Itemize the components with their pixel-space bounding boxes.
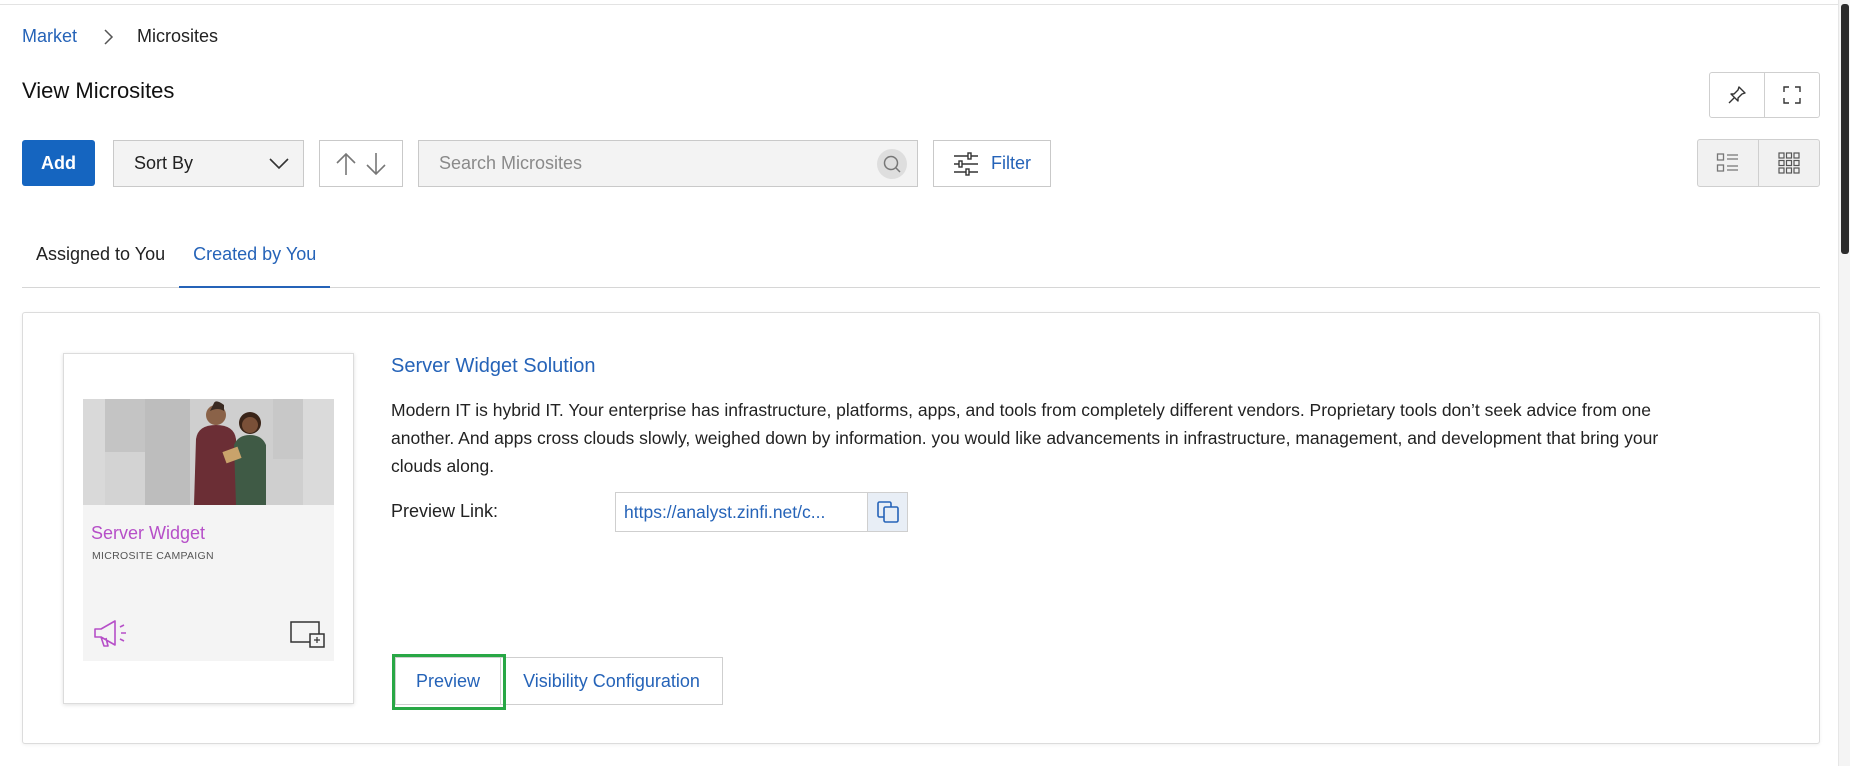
top-border <box>0 0 1838 5</box>
tab-assigned-to-you[interactable]: Assigned to You <box>22 236 179 288</box>
microsite-title[interactable]: Server Widget Solution <box>391 355 596 378</box>
chevron-down-icon <box>269 157 289 169</box>
visibility-configuration-button[interactable]: Visibility Configuration <box>500 658 722 704</box>
preview-link[interactable]: https://analyst.zinfi.net/c... <box>616 502 867 523</box>
thumbnail-title: Server Widget <box>91 523 206 543</box>
page-title: View Microsites <box>22 78 175 103</box>
search-box <box>418 140 918 187</box>
copy-link-button[interactable] <box>867 493 907 531</box>
chevron-right-icon <box>99 28 117 46</box>
filter-label: Filter <box>991 153 1031 173</box>
page-scrollbar[interactable] <box>1838 0 1850 766</box>
fullscreen-icon <box>1783 86 1801 104</box>
tabs: Assigned to You Created by You <box>22 236 1820 288</box>
search-input[interactable] <box>439 153 877 174</box>
tab-created-by-you[interactable]: Created by You <box>179 236 331 288</box>
thumbnail-preview: Server Widget MICROSITE CAMPAIGN <box>83 399 334 661</box>
view-tools <box>1709 72 1820 118</box>
breadcrumb-current: Microsites <box>137 26 219 46</box>
preview-link-field: https://analyst.zinfi.net/c... <box>615 492 908 532</box>
search-icon <box>883 155 901 173</box>
sort-by-label: Sort By <box>134 153 194 173</box>
microsite-card: Server Widget MICROSITE CAMPAIGN Server … <box>22 312 1820 744</box>
search-button[interactable] <box>877 148 907 179</box>
scrollbar-thumb[interactable] <box>1841 4 1849 254</box>
arrow-down-icon <box>366 152 386 175</box>
filter-sliders-icon <box>954 151 978 176</box>
microsite-thumbnail[interactable]: Server Widget MICROSITE CAMPAIGN <box>63 353 354 704</box>
people-photo <box>194 401 266 505</box>
preview-button[interactable]: Preview <box>392 654 506 710</box>
fullscreen-button[interactable] <box>1764 73 1819 117</box>
pin-button[interactable] <box>1710 73 1764 117</box>
sort-order-button[interactable] <box>319 140 403 187</box>
microsite-description: Modern IT is hybrid IT. Your enterprise … <box>391 400 1659 476</box>
breadcrumb-market-link[interactable]: Market <box>22 26 77 47</box>
microsite-actions: Preview Visibility Configuration <box>392 654 723 710</box>
list-view-icon <box>1716 153 1738 172</box>
list-view-button[interactable] <box>1698 140 1758 186</box>
thumbnail-photo <box>83 399 334 505</box>
breadcrumb: Market Microsites <box>22 26 218 47</box>
pin-icon <box>1728 86 1746 104</box>
copy-icon <box>876 501 899 523</box>
layout-toggle <box>1697 139 1820 187</box>
arrow-up-icon <box>336 152 356 175</box>
filter-button[interactable]: Filter <box>933 140 1051 187</box>
screen-icon <box>290 621 325 648</box>
preview-link-label: Preview Link: <box>391 501 499 521</box>
add-button[interactable]: Add <box>22 140 95 186</box>
sort-by-select[interactable]: Sort By <box>113 140 304 187</box>
grid-view-icon <box>1778 152 1800 174</box>
megaphone-icon <box>94 620 126 647</box>
grid-view-button[interactable] <box>1758 140 1819 186</box>
thumbnail-subtitle: MICROSITE CAMPAIGN <box>92 550 214 562</box>
